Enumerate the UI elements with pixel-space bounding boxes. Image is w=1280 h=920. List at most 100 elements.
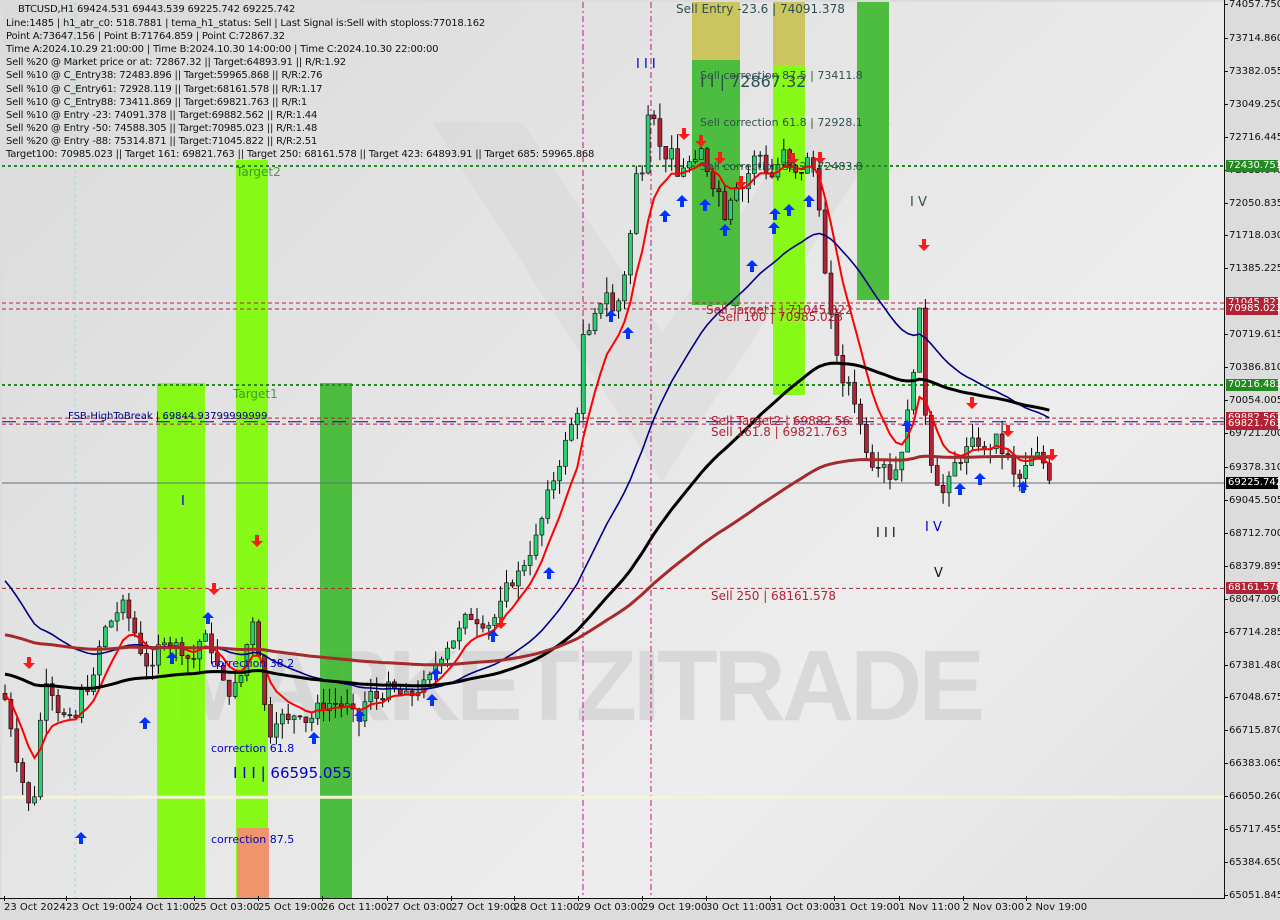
price-label-box: 69821.763 <box>1226 418 1280 431</box>
sell-arrow-icon <box>1046 449 1058 461</box>
candle-bull <box>592 312 598 331</box>
x-tick-label: 2 Nov 19:00 <box>1026 896 1088 913</box>
candle-bear <box>940 485 946 494</box>
candle-bull <box>527 555 533 566</box>
candle-bull <box>203 633 208 642</box>
candle-bear <box>268 704 273 738</box>
chart-annotation: Target1 <box>232 387 278 401</box>
candle-bear <box>999 433 1005 454</box>
y-tick-label: 69045.505 <box>1223 495 1280 506</box>
candle-bear <box>55 695 61 713</box>
candle-bull <box>846 381 852 384</box>
candle-bear <box>651 114 657 119</box>
x-tick-label: 23 Oct 19:00 <box>66 896 132 913</box>
candle-bull <box>586 330 592 335</box>
candle-bull <box>911 371 916 411</box>
price-label-box: 70985.023 <box>1226 303 1280 315</box>
candle-bull <box>150 664 155 667</box>
candle-bear <box>191 658 197 660</box>
x-tick-label: 27 Oct 19:00 <box>451 896 517 913</box>
candle-bull <box>232 682 238 697</box>
candle-bull <box>279 713 285 725</box>
chart-window: MARKETZITRADE Sell Entry -23.6 | 74091.37… <box>0 0 1280 920</box>
candle-bear <box>875 466 881 469</box>
x-tick-label: 30 Oct 11:00 <box>706 896 772 913</box>
signal-zone <box>320 383 352 898</box>
candle-bear <box>397 688 403 695</box>
info-line: Sell %10 @ C_Entry38: 72483.896 || Targe… <box>6 70 323 82</box>
x-tick-label: 25 Oct 03:00 <box>194 896 260 913</box>
chart-annotation: Sell 100 | 70985.023 <box>718 310 843 324</box>
chart-annotation: I I I <box>636 57 656 72</box>
candle-bull <box>521 565 527 572</box>
time-axis-line <box>0 898 1225 899</box>
info-line: Sell %10 @ C_Entry88: 73411.869 || Targe… <box>6 96 308 108</box>
candle-bear <box>144 653 149 667</box>
candle-bull <box>545 489 551 519</box>
y-tick-label: 72716.445 <box>1223 132 1280 143</box>
price-label-box: 70216.483 <box>1226 379 1280 392</box>
info-line: Sell %20 @ Market price or at: 72867.32 … <box>6 57 346 69</box>
candle-bull <box>917 307 922 373</box>
candle-bear <box>976 437 981 447</box>
price-label-box: 68161.578 <box>1226 582 1280 595</box>
x-tick-label: 26 Oct 11:00 <box>322 896 388 913</box>
candle-bear <box>297 715 303 718</box>
y-tick-label: 73382.055 <box>1223 66 1280 77</box>
x-tick-label: 24 Oct 11:00 <box>130 896 196 913</box>
candle-bull <box>580 334 586 414</box>
chart-annotation: correction 38.2 <box>211 657 294 670</box>
candle-bear <box>61 712 67 716</box>
candle-bull <box>291 715 297 721</box>
candle-bull <box>362 701 368 722</box>
chart-annotation: Target2 <box>235 165 281 179</box>
candle-bull <box>622 274 627 302</box>
candle-bull <box>498 600 503 618</box>
y-tick-label: 70054.005 <box>1223 395 1280 406</box>
y-tick-label: 68047.090 <box>1223 594 1280 605</box>
watermark-text: MARKETZITRADE <box>172 630 981 742</box>
candle-bear <box>510 582 515 587</box>
x-tick-label: 25 Oct 19:00 <box>258 896 324 913</box>
y-tick-label: 70719.615 <box>1223 329 1280 340</box>
candle-bear <box>338 703 344 707</box>
buy-arrow-icon <box>139 717 151 729</box>
signal-zone <box>692 60 740 305</box>
candle-bull <box>952 462 958 477</box>
chart-annotation: I I | 72867.32 <box>700 72 806 91</box>
candle-bear <box>675 148 680 177</box>
candle-bull <box>533 534 539 556</box>
x-tick-label: 29 Oct 19:00 <box>642 896 708 913</box>
y-tick-label: 65717.455 <box>1223 824 1280 835</box>
signal-zone <box>236 160 268 898</box>
chart-annotation: I I I <box>876 526 896 541</box>
candle-bear <box>374 690 380 699</box>
candle-bear <box>67 714 73 717</box>
candle-bear <box>858 403 863 425</box>
candle-bull <box>698 148 704 160</box>
candle-bull <box>539 518 545 536</box>
candle-bear <box>138 632 143 654</box>
y-tick-label: 73714.860 <box>1223 33 1280 44</box>
y-tick-label: 65384.650 <box>1223 857 1280 868</box>
candle-bull <box>38 719 43 798</box>
info-line: Sell %10 @ C_Entry61: 72928.119 || Targe… <box>6 83 323 95</box>
candle-bull <box>734 187 739 201</box>
candle-bear <box>864 424 869 453</box>
chart-annotation: I I I | 66595.055 <box>233 764 352 782</box>
info-line: Time A:2024.10.29 21:00:00 | Time B:2024… <box>6 44 439 56</box>
candle-bear <box>1017 473 1023 479</box>
candle-bear <box>20 762 26 783</box>
candle-bull <box>616 300 621 312</box>
candle-bull <box>551 480 557 491</box>
candle-bear <box>285 713 291 721</box>
y-tick-label: 67714.285 <box>1223 627 1280 638</box>
y-tick-label: 69378.310 <box>1223 462 1280 473</box>
sell-arrow-icon <box>966 397 978 409</box>
y-tick-label: 71718.030 <box>1223 230 1280 241</box>
x-tick-label: 27 Oct 03:00 <box>387 896 453 913</box>
info-line: Point A:73647.156 | Point B:71764.859 | … <box>6 31 285 43</box>
x-tick-label: 1 Nov 11:00 <box>899 896 961 913</box>
candle-bear <box>14 728 20 763</box>
info-line: Target100: 70985.023 || Target 161: 6982… <box>6 149 595 160</box>
